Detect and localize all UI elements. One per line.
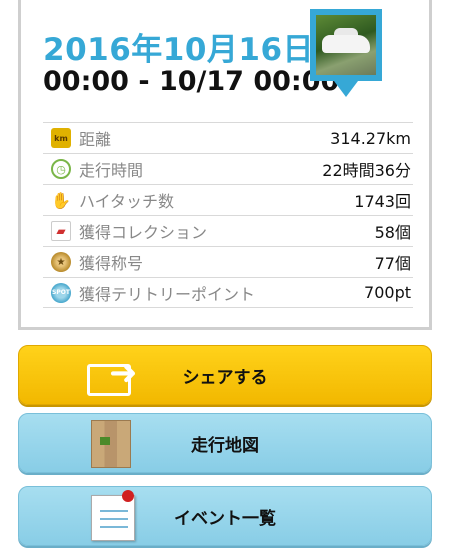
hand-wave-icon: ✋ xyxy=(51,190,71,210)
summary-date: 2016年10月16日 xyxy=(43,32,315,68)
clock-icon: ◷ xyxy=(51,159,71,179)
stat-value: 22時間36分 xyxy=(322,161,411,180)
stat-value: 58個 xyxy=(374,223,411,242)
stat-label: 走行時間 xyxy=(79,161,144,180)
event-list-button-label: イベント一覧 xyxy=(174,508,276,529)
stat-row-high-touch: ✋ ハイタッチ数 1743回 xyxy=(43,184,413,215)
car-card-icon: ▰ xyxy=(51,221,71,241)
stat-row-distance: km 距離 314.27km xyxy=(43,122,413,153)
drive-map-button-label: 走行地図 xyxy=(191,435,259,456)
stat-label: 獲得称号 xyxy=(79,254,144,273)
map-pin-pointer xyxy=(334,81,358,97)
memo-pin-icon xyxy=(87,490,143,541)
stat-value: 77個 xyxy=(374,254,411,273)
stats-table: km 距離 314.27km ◷ 走行時間 22時間36分 ✋ ハイタッチ数 1… xyxy=(43,122,413,308)
car-photo xyxy=(316,15,376,75)
stat-value: 1743回 xyxy=(354,192,411,211)
stat-label: 距離 xyxy=(79,130,112,149)
stat-row-collection: ▰ 獲得コレクション 58個 xyxy=(43,215,413,246)
share-button-label: シェアする xyxy=(182,367,268,388)
spot-badge-icon: SPOT xyxy=(51,282,71,303)
share-button[interactable]: ➜ シェアする xyxy=(18,345,432,405)
medal-icon: ★ xyxy=(51,252,71,272)
stat-value: 314.27km xyxy=(330,128,411,148)
summary-time-range: 00:00 - 10/17 00:00 xyxy=(43,66,340,97)
stat-label: ハイタッチ数 xyxy=(79,192,175,211)
km-badge-icon: km xyxy=(51,128,71,148)
stat-row-drive-time: ◷ 走行時間 22時間36分 xyxy=(43,153,413,184)
stat-label: 獲得コレクション xyxy=(79,223,208,242)
car-body-shape xyxy=(322,35,370,53)
share-arrow-icon: ➜ xyxy=(87,352,143,400)
event-list-button[interactable]: イベント一覧 xyxy=(18,486,432,546)
map-icon xyxy=(87,420,143,468)
drive-map-button[interactable]: 走行地図 xyxy=(18,413,432,473)
car-photo-thumbnail[interactable] xyxy=(310,9,382,81)
stat-label: 獲得テリトリーポイント xyxy=(79,284,256,304)
stat-row-territory: SPOT 獲得テリトリーポイント 700pt xyxy=(43,277,413,308)
stat-value: 700pt xyxy=(364,283,411,302)
stat-row-titles: ★ 獲得称号 77個 xyxy=(43,246,413,277)
